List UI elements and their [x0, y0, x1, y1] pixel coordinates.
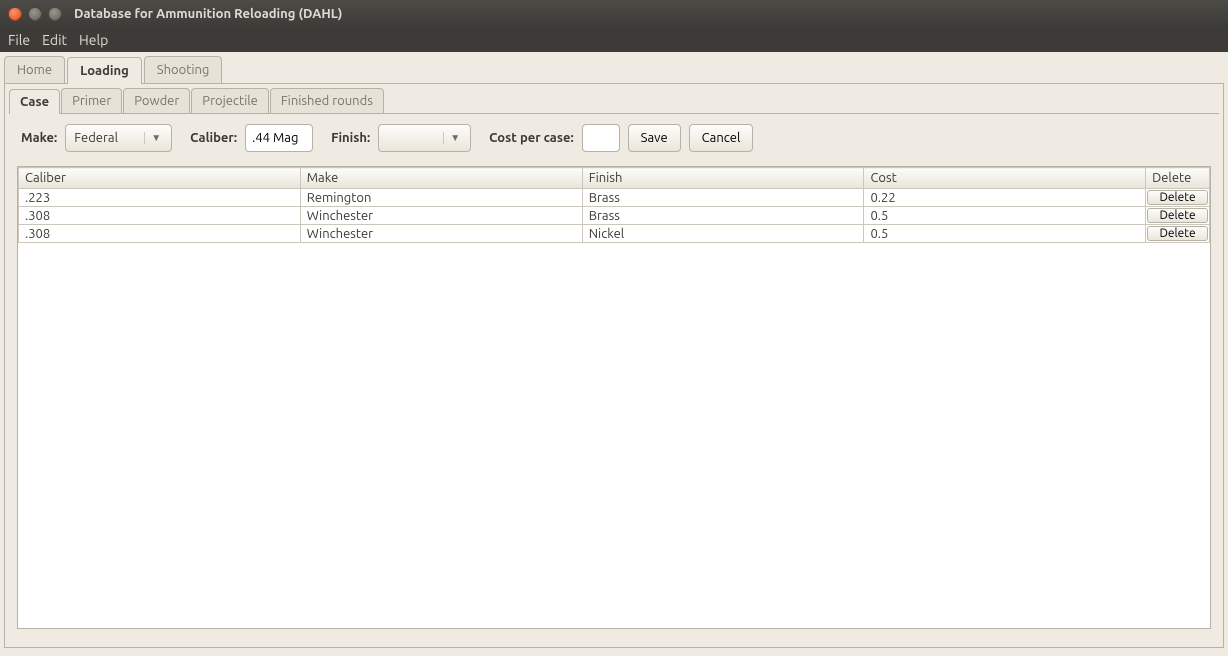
- case-table: Caliber Make Finish Cost Delete .223Remi…: [18, 167, 1210, 243]
- caliber-label: Caliber:: [190, 131, 237, 145]
- cell-make: Winchester: [300, 207, 582, 225]
- window-title: Database for Ammunition Reloading (DAHL): [74, 7, 342, 21]
- table-row[interactable]: .308WinchesterBrass0.5Delete: [19, 207, 1210, 225]
- case-panel: Make: Federal ▼ Caliber: Finish: ▼ Cost …: [9, 114, 1219, 639]
- table-row[interactable]: .223RemingtonBrass0.22Delete: [19, 189, 1210, 207]
- tab-content: Case Primer Powder Projectile Finished r…: [4, 84, 1224, 648]
- menu-help[interactable]: Help: [79, 32, 108, 48]
- menu-edit[interactable]: Edit: [42, 32, 67, 48]
- tab-home[interactable]: Home: [4, 56, 65, 83]
- make-label: Make:: [21, 131, 57, 145]
- delete-button[interactable]: Delete: [1147, 208, 1208, 223]
- finish-label: Finish:: [331, 131, 370, 145]
- tab-shooting[interactable]: Shooting: [144, 56, 223, 83]
- chevron-down-icon: ▼: [144, 132, 167, 144]
- cell-cost: 0.22: [864, 189, 1146, 207]
- minimize-icon[interactable]: [28, 7, 42, 21]
- cell-delete: Delete: [1146, 189, 1210, 207]
- cell-delete: Delete: [1146, 207, 1210, 225]
- table-row[interactable]: .308WinchesterNickel0.5Delete: [19, 225, 1210, 243]
- close-icon[interactable]: [8, 7, 22, 21]
- save-button[interactable]: Save: [628, 124, 681, 152]
- header-caliber[interactable]: Caliber: [19, 168, 301, 189]
- cell-delete: Delete: [1146, 225, 1210, 243]
- case-table-container: Caliber Make Finish Cost Delete .223Remi…: [17, 166, 1211, 629]
- subtab-primer[interactable]: Primer: [61, 88, 122, 113]
- header-finish[interactable]: Finish: [582, 168, 864, 189]
- finish-select[interactable]: ▼: [378, 124, 471, 152]
- cell-cost: 0.5: [864, 207, 1146, 225]
- delete-button[interactable]: Delete: [1147, 190, 1208, 205]
- window-buttons: [8, 7, 62, 21]
- cost-input[interactable]: [582, 124, 620, 152]
- menubar: File Edit Help: [0, 28, 1228, 52]
- titlebar: Database for Ammunition Reloading (DAHL): [0, 0, 1228, 28]
- subtab-projectile[interactable]: Projectile: [191, 88, 269, 113]
- cost-label: Cost per case:: [489, 131, 574, 145]
- cell-finish: Nickel: [582, 225, 864, 243]
- main-tab-bar: Home Loading Shooting: [4, 56, 1224, 84]
- cell-make: Remington: [300, 189, 582, 207]
- header-cost[interactable]: Cost: [864, 168, 1146, 189]
- cell-cost: 0.5: [864, 225, 1146, 243]
- maximize-icon[interactable]: [48, 7, 62, 21]
- header-make[interactable]: Make: [300, 168, 582, 189]
- caliber-input[interactable]: [245, 124, 313, 152]
- cell-caliber: .308: [19, 225, 301, 243]
- make-select[interactable]: Federal ▼: [65, 124, 172, 152]
- cancel-button[interactable]: Cancel: [689, 124, 754, 152]
- cell-make: Winchester: [300, 225, 582, 243]
- tab-loading[interactable]: Loading: [67, 57, 142, 84]
- cell-finish: Brass: [582, 207, 864, 225]
- cell-finish: Brass: [582, 189, 864, 207]
- cell-caliber: .223: [19, 189, 301, 207]
- menu-file[interactable]: File: [8, 32, 30, 48]
- cell-caliber: .308: [19, 207, 301, 225]
- subtab-case[interactable]: Case: [9, 89, 60, 114]
- content-area: Home Loading Shooting Case Primer Powder…: [0, 52, 1228, 656]
- form-row: Make: Federal ▼ Caliber: Finish: ▼ Cost …: [17, 124, 1211, 152]
- make-value: Federal: [74, 131, 144, 145]
- chevron-down-icon: ▼: [443, 132, 466, 144]
- sub-tab-bar: Case Primer Powder Projectile Finished r…: [9, 88, 1219, 114]
- table-header-row: Caliber Make Finish Cost Delete: [19, 168, 1210, 189]
- delete-button[interactable]: Delete: [1147, 226, 1208, 241]
- subtab-powder[interactable]: Powder: [123, 88, 190, 113]
- subtab-finished[interactable]: Finished rounds: [270, 88, 384, 113]
- header-delete[interactable]: Delete: [1146, 168, 1210, 189]
